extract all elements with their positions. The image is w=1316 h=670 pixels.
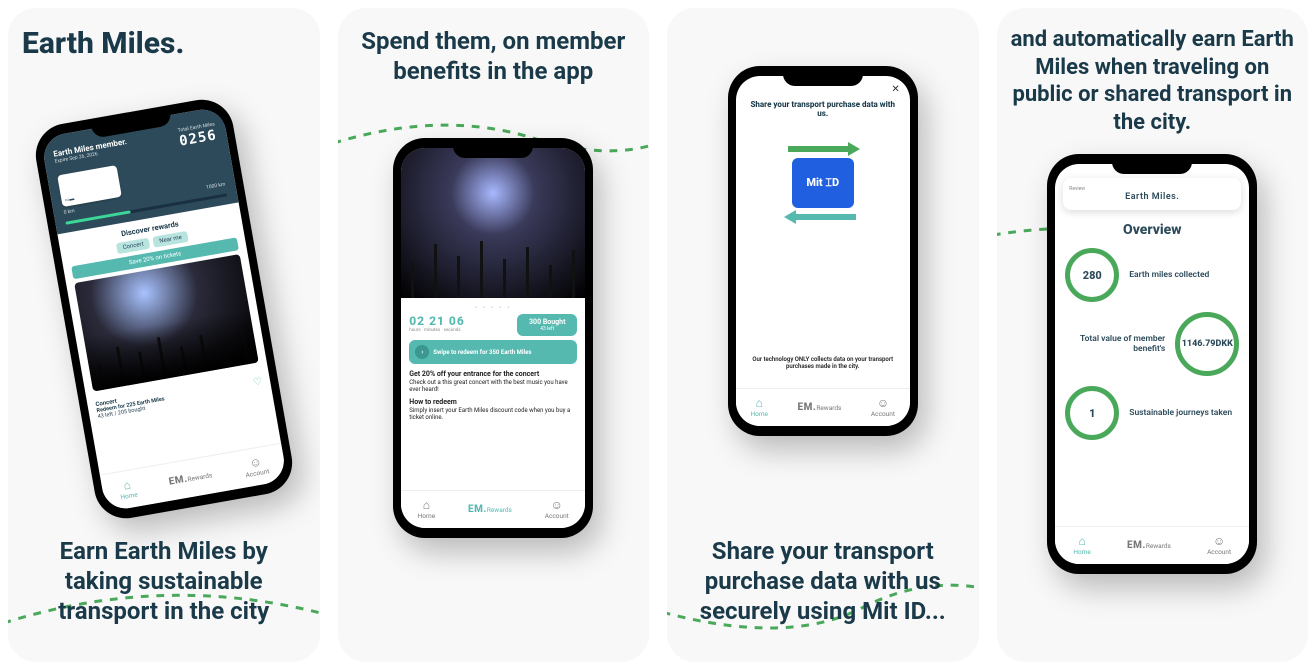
reward-image[interactable] <box>74 254 259 392</box>
offer-hero-image <box>401 148 585 298</box>
filter-chip-concert[interactable]: Concert <box>116 238 151 255</box>
screenshot-panel-3: ✕ Share your transport purchase data wit… <box>667 8 979 662</box>
bought-badge: 300 Bought 43 left <box>517 314 577 336</box>
home-icon: ⌂ <box>751 397 769 409</box>
tab-bar: ⌂Home EM.Rewards ☺Account <box>1055 526 1249 564</box>
marketing-text-3: Share your transport purchase data with … <box>681 536 965 644</box>
account-icon: ☺ <box>871 397 895 409</box>
marketing-text-2: Spend them, on member benefits in the ap… <box>352 26 636 86</box>
tab-bar: ⌂Home EM.Rewards ☺Account <box>736 388 910 426</box>
tab-account[interactable]: ☺Account <box>242 454 269 479</box>
tab-rewards[interactable]: EM.Rewards <box>168 469 213 487</box>
tab-account[interactable]: ☺Account <box>545 499 569 520</box>
tab-home[interactable]: ⌂Home <box>1073 535 1091 556</box>
em-logo-icon: EM. <box>1127 540 1146 551</box>
stat-row-collected: 280 Earth miles collected <box>1065 248 1239 302</box>
screenshot-panel-1: Earth Miles. Earth Miles member. Expire … <box>8 8 320 662</box>
swipe-redeem-button[interactable]: › Swipe to redeem for 350 Earth Miles <box>409 340 577 364</box>
logo-card: Review Earth Miles. <box>1063 178 1241 210</box>
tab-bar: ⌂Home EM.Rewards ☺Account <box>401 490 585 528</box>
tab-rewards[interactable]: EM.Rewards <box>1127 540 1171 551</box>
mitid-graphic: Mit ⌶D <box>778 138 868 228</box>
marketing-text-1: Earn Earth Miles by taking sustainable t… <box>22 536 306 644</box>
stat-value-dkk: 1146.79DKK <box>1175 312 1239 376</box>
account-icon: ☺ <box>1207 535 1231 547</box>
phone-mock-1: Earth Miles member. Expire Sep 26, 2026 … <box>31 95 297 524</box>
overview-heading: Overview <box>1055 222 1249 238</box>
arrow-right-icon <box>788 142 860 156</box>
phone-mock-4: Review Earth Miles. Overview 280 Earth m… <box>1047 154 1257 574</box>
stat-row-value: 1146.79DKK Total value of member benefit… <box>1065 312 1239 376</box>
em-logo-icon: EM. <box>468 504 487 515</box>
em-logo-icon: EM. <box>798 402 817 413</box>
stat-value-collected: 280 <box>1065 248 1119 302</box>
stat-label-dkk: Total value of member benefit's <box>1065 334 1165 354</box>
share-title: Share your transport purchase data with … <box>746 100 900 118</box>
account-icon: ☺ <box>545 499 569 511</box>
screenshot-panel-4: and automatically earn Earth Miles when … <box>997 8 1309 662</box>
tab-home[interactable]: ⌂Home <box>117 478 138 502</box>
close-icon[interactable]: ✕ <box>891 84 899 95</box>
arrow-left-icon <box>784 210 856 224</box>
privacy-note: Our technology ONLY collects data on you… <box>746 356 900 370</box>
earth-miles-logo: Earth Miles. <box>1069 192 1235 202</box>
tab-bar: ⌂Home EM.Rewards ☺Account <box>100 443 288 512</box>
filter-chip-nearme[interactable]: Near me <box>152 231 188 248</box>
marketing-text-4: and automatically earn Earth Miles when … <box>1011 26 1295 136</box>
offer-title: Get 20% off your entrance for the concer… <box>409 370 577 378</box>
em-logo-icon: EM. <box>168 474 188 488</box>
stat-row-journeys: 1 Sustainable journeys taken <box>1065 386 1239 440</box>
tab-home[interactable]: ⌂Home <box>418 499 436 520</box>
chevron-right-icon: › <box>415 345 429 359</box>
tab-rewards[interactable]: EM.Rewards <box>468 504 512 515</box>
tab-rewards[interactable]: EM.Rewards <box>798 402 842 413</box>
progress-max: 1000 km <box>205 182 225 191</box>
home-icon: ⌂ <box>418 499 436 511</box>
screenshot-panel-2: Spend them, on member benefits in the ap… <box>338 8 650 662</box>
phone-mock-2: • • • • • 02 21 06 hours · minutes · sec… <box>393 138 593 538</box>
howto-heading: How to redeem <box>409 398 577 406</box>
brand-title: Earth Miles. <box>22 26 184 61</box>
favorite-icon[interactable]: ♡ <box>252 376 263 388</box>
home-icon: ⌂ <box>1073 535 1091 547</box>
stat-value-journeys: 1 <box>1065 386 1119 440</box>
tab-account[interactable]: ☺Account <box>1207 535 1231 556</box>
tab-home[interactable]: ⌂Home <box>751 397 769 418</box>
tab-account[interactable]: ☺Account <box>871 397 895 418</box>
offer-subtitle: Check out a this great concert with the … <box>409 379 577 393</box>
page-dots: • • • • • <box>409 304 577 312</box>
stat-label-journeys: Sustainable journeys taken <box>1129 408 1239 418</box>
stat-label-collected: Earth miles collected <box>1129 270 1239 280</box>
howto-body: Simply insert your Earth Miles discount … <box>409 407 577 421</box>
countdown-timer: 02 21 06 hours · minutes · seconds <box>409 314 513 336</box>
mitid-logo[interactable]: Mit ⌶D <box>792 158 854 208</box>
phone-mock-3: ✕ Share your transport purchase data wit… <box>728 66 918 436</box>
